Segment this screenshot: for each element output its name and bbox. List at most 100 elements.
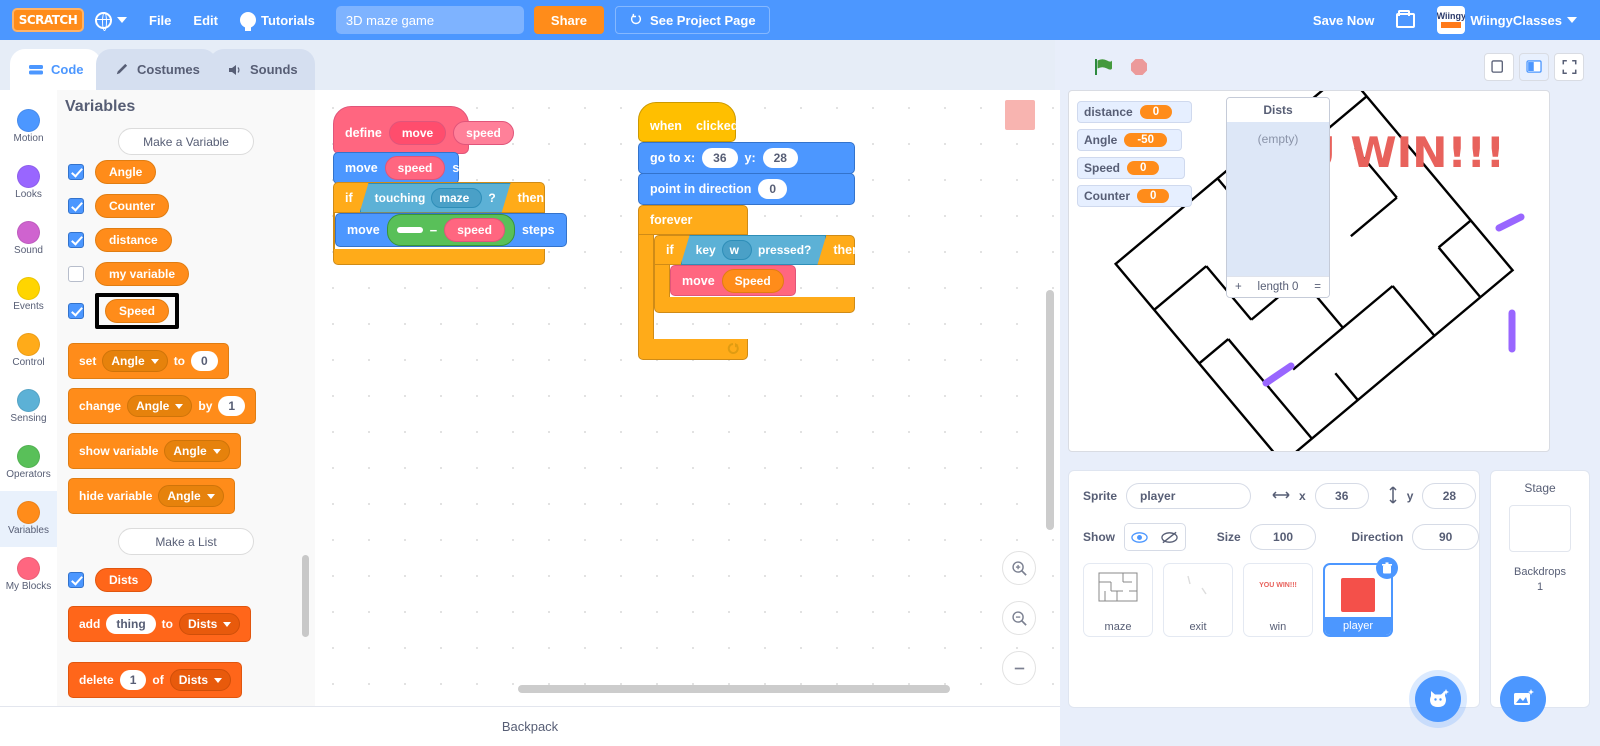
point-direction-input[interactable]: 0 — [758, 179, 788, 199]
variable-block-counter[interactable]: Counter — [95, 194, 169, 218]
canvas-vertical-scrollbar[interactable] — [1046, 290, 1054, 530]
variable-block-my-variable[interactable]: my variable — [95, 262, 190, 286]
file-menu[interactable]: File — [138, 0, 182, 40]
block-subtract-operator[interactable]: − speed — [386, 214, 515, 246]
stop-button[interactable] — [1124, 52, 1154, 82]
set-variable-dropdown[interactable]: Angle — [102, 350, 168, 372]
add-list-dropdown[interactable]: Dists — [179, 613, 241, 635]
sprite-card-maze[interactable]: maze — [1083, 563, 1153, 637]
show-variable-dropdown[interactable]: Angle — [164, 440, 230, 462]
tab-sounds[interactable]: Sounds — [209, 49, 315, 90]
language-menu[interactable] — [84, 0, 138, 40]
operator-left-input[interactable] — [396, 227, 423, 233]
canvas-horizontal-scrollbar[interactable] — [518, 685, 950, 693]
share-button[interactable]: Share — [533, 6, 605, 34]
hide-variable-dropdown[interactable]: Angle — [158, 485, 224, 507]
add-backdrop-button[interactable] — [1500, 676, 1546, 722]
show-hide-toggle[interactable] — [1124, 523, 1186, 551]
my-stuff-button[interactable] — [1385, 0, 1426, 40]
variable-checkbox-my-variable[interactable] — [68, 266, 84, 282]
variable-checkbox-distance[interactable] — [68, 232, 84, 248]
key-dropdown[interactable]: w — [722, 240, 752, 260]
stage-selector-panel[interactable]: Stage Backdrops 1 — [1490, 470, 1590, 708]
backpack-bar[interactable]: Backpack — [0, 706, 1060, 746]
category-my-blocks[interactable]: My Blocks — [0, 547, 57, 603]
sprite-x-input[interactable]: 36 — [1314, 483, 1369, 509]
sprite-card-player[interactable]: player — [1323, 557, 1398, 637]
sprite-y-input[interactable]: 28 — [1422, 483, 1477, 509]
block-add-to-list[interactable]: add thing to Dists — [68, 606, 252, 642]
zoom-reset-button[interactable] — [1002, 651, 1036, 685]
category-operators[interactable]: Operators — [0, 435, 57, 491]
variable-block-angle[interactable]: Angle — [95, 160, 157, 184]
add-thing-input[interactable]: thing — [106, 614, 156, 634]
fullscreen-button[interactable] — [1554, 53, 1584, 81]
block-move-minus-speed[interactable]: move − speed steps — [335, 213, 567, 247]
variable-checkbox-speed[interactable] — [68, 303, 84, 319]
change-value-input[interactable]: 1 — [218, 396, 246, 416]
block-if-key-pressed[interactable]: if key w pressed? then move Speed — [654, 235, 860, 339]
see-project-page-button[interactable]: See Project Page — [615, 6, 770, 34]
list-add-button[interactable]: + — [1235, 281, 1242, 293]
sprite-direction-input[interactable]: 90 — [1412, 524, 1479, 550]
delete-list-dropdown[interactable]: Dists — [169, 669, 232, 691]
add-sprite-button[interactable] — [1415, 676, 1461, 722]
zoom-in-button[interactable] — [1002, 551, 1036, 585]
eye-slash-icon[interactable] — [1155, 524, 1185, 550]
block-touching[interactable]: touching maze ? — [360, 183, 511, 213]
block-delete-of-list[interactable]: delete 1 of Dists — [68, 662, 243, 698]
palette-scrollbar[interactable] — [302, 555, 309, 637]
block-show-variable[interactable]: show variable Angle — [68, 433, 241, 469]
category-events[interactable]: Events — [0, 267, 57, 323]
make-a-list-button[interactable]: Make a List — [118, 528, 254, 555]
tab-costumes[interactable]: Costumes — [96, 49, 217, 90]
category-sound[interactable]: Sound — [0, 211, 57, 267]
change-variable-dropdown[interactable]: Angle — [127, 395, 193, 417]
zoom-out-button[interactable] — [1002, 601, 1036, 635]
script-when-flag-clicked[interactable]: when clicked go to x: 36 y: 28 point in … — [638, 102, 860, 360]
edit-menu[interactable]: Edit — [182, 0, 229, 40]
category-motion[interactable]: Motion — [0, 99, 57, 155]
block-change-variable[interactable]: change Angle by 1 — [68, 388, 257, 424]
sprite-card-exit[interactable]: exit — [1163, 563, 1233, 637]
block-define-hat[interactable]: define move speed — [333, 106, 514, 154]
variable-block-distance[interactable]: distance — [95, 228, 172, 252]
category-looks[interactable]: Looks — [0, 155, 57, 211]
sprite-size-input[interactable]: 100 — [1249, 524, 1317, 550]
stage[interactable]: YOU WIN!!! distance 0 Angle -50 Speed 0 … — [1068, 90, 1550, 452]
green-flag-button[interactable] — [1088, 52, 1118, 82]
project-title-input[interactable] — [335, 6, 524, 34]
monitor-counter[interactable]: Counter 0 — [1077, 185, 1192, 207]
category-control[interactable]: Control — [0, 323, 57, 379]
block-if-touching[interactable]: if touching maze ? then move − speed ste… — [333, 182, 567, 265]
tab-code[interactable]: Code — [10, 49, 101, 90]
block-move-steps[interactable]: move speed steps — [333, 152, 485, 184]
block-when-flag-clicked[interactable]: when clicked — [638, 102, 738, 142]
goto-x-input[interactable]: 36 — [702, 148, 738, 168]
block-call-move[interactable]: move Speed — [670, 265, 796, 296]
variable-block-speed[interactable]: Speed — [105, 299, 170, 323]
sprite-card-win[interactable]: YOU WIN!!! win — [1243, 563, 1313, 637]
define-proc-arg[interactable]: speed — [453, 121, 514, 145]
block-palette[interactable]: Variables Make a Variable Angle Counter … — [57, 90, 315, 716]
code-canvas[interactable]: define move speed move speed steps if to… — [315, 90, 1060, 706]
move-speed-reporter[interactable]: speed — [384, 156, 446, 180]
large-stage-button[interactable] — [1519, 53, 1549, 81]
block-forever[interactable]: forever if key w pressed? then move Spee… — [638, 205, 860, 360]
account-menu[interactable]: Wiingy WiingyClasses — [1426, 0, 1588, 40]
eye-icon[interactable] — [1125, 524, 1155, 550]
touching-target-dropdown[interactable]: maze — [431, 188, 482, 208]
sprite-name-input[interactable]: player — [1126, 483, 1252, 509]
list-block-dists[interactable]: Dists — [95, 568, 153, 592]
block-point-in-direction[interactable]: point in direction 0 — [638, 173, 855, 205]
make-a-variable-button[interactable]: Make a Variable — [118, 128, 254, 155]
monitor-list-dists[interactable]: Dists (empty) + length 0 = — [1226, 97, 1330, 298]
operator-right-reporter[interactable]: speed — [444, 218, 505, 242]
variable-checkbox-counter[interactable] — [68, 198, 84, 214]
goto-y-input[interactable]: 28 — [762, 148, 798, 168]
set-value-input[interactable]: 0 — [191, 351, 218, 371]
tutorials-menu[interactable]: Tutorials — [229, 0, 326, 40]
list-checkbox-dists[interactable] — [68, 572, 84, 588]
monitor-speed[interactable]: Speed 0 — [1077, 157, 1185, 179]
monitor-angle[interactable]: Angle -50 — [1077, 129, 1182, 151]
